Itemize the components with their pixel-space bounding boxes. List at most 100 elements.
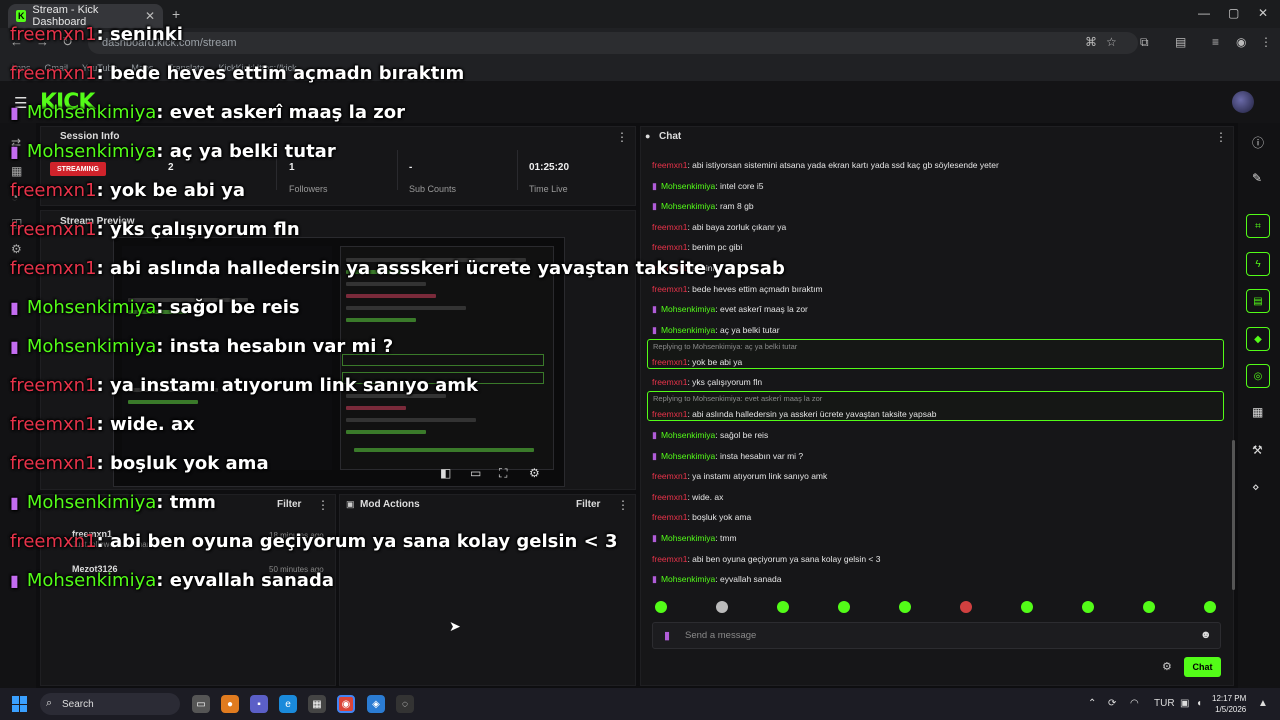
chat-text: : evet askerî maaş la zor [715,304,808,315]
obs-icon[interactable]: ◌ [396,695,414,713]
minimize-icon[interactable]: — [1198,6,1210,20]
chat-send-button[interactable]: Chat [1184,657,1221,677]
close-tab-icon[interactable]: ✕ [145,9,155,23]
network-icon[interactable]: ▣ [1180,698,1189,709]
theatre-icon[interactable]: ▭ [470,466,481,480]
emoji-icon[interactable]: ☻ [1200,629,1212,641]
overlay-username: Mohsenkimiya [26,336,157,357]
emote-icon[interactable] [899,601,911,613]
clock[interactable]: 12:17 PM 1/5/2026 [1212,693,1246,715]
broadcast-icon[interactable]: ◎ [1246,364,1270,388]
media-icon[interactable]: ≡ [1212,35,1219,49]
overlay-text: : abi aslında halledersin ya assskeri üc… [96,258,785,279]
chat-scrollbar[interactable] [1232,440,1235,590]
chat-username[interactable]: freemxn1 [652,492,687,502]
bookmark-star-icon[interactable]: ☆ [1106,35,1117,49]
mouse-cursor-icon: ➤ [449,618,461,634]
chat-options-icon[interactable]: ⋮ [1215,130,1227,144]
address-bar[interactable]: dashboard.kick.com/stream [88,32,1138,54]
extensions-icon[interactable]: ⧉ [1140,35,1149,50]
tray-app-icon[interactable]: ⟳ [1108,698,1116,709]
emote-icon[interactable] [655,601,667,613]
taskbar-search[interactable]: Search [40,693,180,715]
avatar[interactable] [1232,91,1254,113]
time-live-value: 01:25:20 [529,162,570,173]
wifi-icon[interactable]: ◠ [1130,698,1139,709]
chrome-icon[interactable]: ◉ [337,695,355,713]
volume-icon[interactable]: ◖ [1196,698,1202,709]
chat-username[interactable]: freemxn1 [652,512,687,522]
overlay-username: Mohsenkimiya [26,492,157,513]
chat-username[interactable]: Mohsenkimiya [661,451,715,461]
chat-username[interactable]: freemxn1 [652,160,687,170]
session-options-icon[interactable]: ⋮ [616,130,628,144]
share-icon[interactable]: ⋄ [1252,480,1260,494]
emote-icon[interactable] [1021,601,1033,613]
browser-menu-icon[interactable]: ⋮ [1260,35,1272,49]
store-icon[interactable]: ▦ [308,695,326,713]
emote-icon[interactable] [1143,601,1155,613]
chat-username[interactable]: freemxn1 [652,377,687,387]
chat-username[interactable]: freemxn1 [652,409,687,419]
chat-username[interactable]: Mohsenkimiya [661,181,715,191]
edge-icon[interactable]: e [279,695,297,713]
chat-username[interactable]: freemxn1 [652,284,687,294]
tray-chevron-icon[interactable]: ⌃ [1088,698,1096,709]
pip-icon[interactable]: ◧ [440,466,451,480]
profile-icon[interactable]: ◉ [1236,35,1246,49]
teams-icon[interactable]: ▪ [250,695,268,713]
language-indicator[interactable]: TUR [1154,698,1175,709]
chat-settings-icon[interactable]: ⚙ [1162,660,1172,673]
chat-username[interactable]: Mohsenkimiya [661,574,715,584]
notification-icon[interactable]: ▲ [1258,698,1268,709]
mod-options-icon[interactable]: ⋮ [617,498,629,512]
chat-username[interactable]: freemxn1 [652,554,687,564]
overlay-message: freemxn1: abi aslında halledersin ya ass… [10,258,785,279]
preview-settings-icon[interactable]: ⚙ [529,466,540,480]
clipboard-icon[interactable]: ▤ [1246,289,1270,313]
emote-icon[interactable] [960,601,972,613]
window-close-icon[interactable]: ✕ [1258,6,1268,20]
maximize-icon[interactable]: ▢ [1228,6,1239,20]
app-icon[interactable]: ◈ [367,695,385,713]
chat-text: : eyvallah sanada [715,574,782,585]
mod-filter-button[interactable]: Filter [576,499,600,510]
chat-username[interactable]: Mohsenkimiya [661,201,715,211]
chat-toggle-icon[interactable]: ◆ [1246,327,1270,351]
windows-start-icon[interactable] [12,696,28,712]
translate-icon[interactable]: ⌘ [1085,35,1097,49]
emote-icon[interactable] [1082,601,1094,613]
lightning-icon[interactable]: ϟ [1246,252,1270,276]
activity-filter-button[interactable]: Filter [277,499,301,510]
chat-username[interactable]: Mohsenkimiya [661,430,715,440]
chat-input[interactable]: Send a message [652,622,1221,649]
emote-icon[interactable] [1204,601,1216,613]
edit-icon[interactable]: ✎ [1252,171,1262,185]
chat-text: : benim pc gibi [687,242,743,253]
chat-username[interactable]: freemxn1 [652,242,687,252]
clip-icon[interactable]: ⌗ [1246,214,1270,238]
printer-icon[interactable]: ▦ [1252,405,1263,419]
chat-username[interactable]: freemxn1 [652,222,687,232]
wrench-icon[interactable]: ⚒ [1252,443,1263,457]
emote-icon[interactable] [838,601,850,613]
task-view-icon[interactable]: ▭ [192,695,210,713]
activity-options-icon[interactable]: ⋮ [317,498,329,512]
chat-username[interactable]: Mohsenkimiya [661,533,715,543]
chat-username[interactable]: Mohsenkimiya [661,304,715,314]
emote-icon[interactable] [716,601,728,613]
new-tab-icon[interactable]: + [172,6,180,22]
app-icon[interactable]: ● [221,695,239,713]
overlay-username: freemxn1 [10,414,97,435]
mic-icon: ▮ [10,103,19,122]
info-icon[interactable]: ⓘ [1252,134,1264,151]
chat-username[interactable]: freemxn1 [652,471,687,481]
sidepanel-icon[interactable]: ▤ [1175,35,1186,49]
emote-icon[interactable] [777,601,789,613]
chat-username[interactable]: freemxn1 [652,357,687,367]
stats-rail-icon[interactable]: ▦ [11,164,22,178]
fullscreen-icon[interactable]: ⛶ [499,466,507,481]
settings-rail-icon[interactable]: ⚙ [11,242,22,256]
overlay-message: freemxn1: abi ben oyuna geçiyorum ya san… [10,531,618,552]
chat-username[interactable]: Mohsenkimiya [661,325,715,335]
